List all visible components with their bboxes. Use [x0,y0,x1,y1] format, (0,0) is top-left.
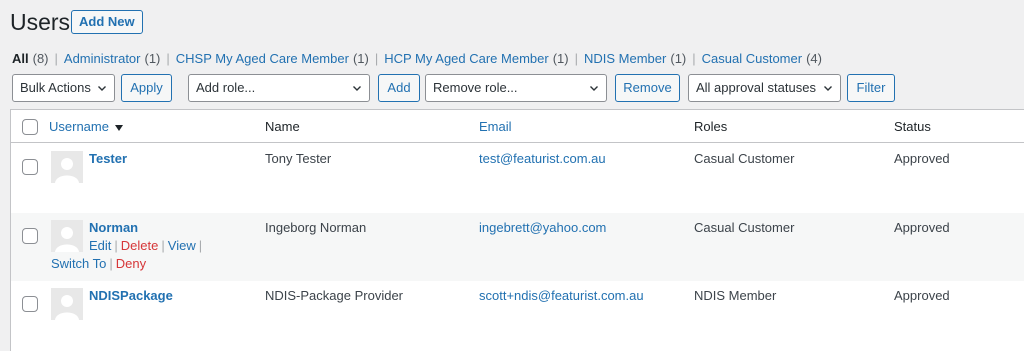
filter-count: (8) [32,51,49,66]
filter-all[interactable]: All (8) [12,51,49,67]
filter-count: (1) [552,51,569,66]
view-link[interactable]: View [168,238,196,253]
user-status: Approved [894,288,950,303]
user-roles: NDIS Member [694,288,777,303]
default-avatar-icon [55,295,79,320]
filter-count: (4) [806,51,822,66]
row-checkbox[interactable] [22,228,38,244]
column-roles: Roles [694,119,728,134]
user-full-name: Ingeborg Norman [265,220,367,235]
table-row: Tester Tony Tester test@featurist.com.au… [11,144,1024,213]
user-roles: Casual Customer [694,220,795,235]
filter-label: Administrator [63,51,141,66]
filter-casual-customer[interactable]: Casual Customer (4) [702,51,822,67]
row-checkbox[interactable] [22,296,38,312]
separator: | [54,51,58,66]
user-email-link[interactable]: ingebrett@yahoo.com [479,220,606,236]
filter-ndis-member[interactable]: NDIS Member (1) [584,51,686,67]
filter-label: Casual Customer [701,51,803,66]
filter-chsp[interactable]: CHSP My Aged Care Member (1) [176,51,369,67]
chevron-down-icon [590,86,598,91]
user-full-name: Tony Tester [265,151,332,166]
filter-label: NDIS Member [584,51,667,66]
separator: | [574,51,578,66]
username-link[interactable]: Tester [89,151,127,167]
deny-link[interactable]: Deny [116,256,146,271]
approval-status-select[interactable]: All approval statuses [688,74,841,102]
column-username-label: Username [49,119,109,134]
remove-role-button[interactable]: Remove [615,74,680,102]
column-email[interactable]: Email [479,119,512,135]
add-new-button[interactable]: Add New [71,10,143,34]
remove-role-value: Remove role... [433,80,518,95]
column-status: Status [894,119,931,134]
separator: | [166,51,170,66]
user-email-link[interactable]: test@featurist.com.au [479,151,606,167]
chevron-down-icon [824,86,832,91]
delete-link[interactable]: Delete [121,238,159,253]
filter-count: (1) [144,51,161,66]
filter-button[interactable]: Filter [847,74,895,102]
chevron-down-icon [353,86,361,91]
separator: | [198,238,203,253]
default-avatar-icon [55,158,79,183]
column-username[interactable]: Username [49,119,123,135]
remove-role-select[interactable]: Remove role... [425,74,607,102]
separator: | [109,256,113,271]
add-role-select[interactable]: Add role... [188,74,370,102]
filter-administrator[interactable]: Administrator (1) [64,51,160,67]
filter-label: All [12,51,29,66]
add-role-button[interactable]: Add [378,74,420,102]
row-checkbox[interactable] [22,159,38,175]
users-table: Username Name Email Roles Status Tester … [10,109,1024,351]
user-email-link[interactable]: scott+ndis@featurist.com.au [479,288,644,304]
filter-label: CHSP My Aged Care Member [175,51,349,66]
avatar [51,220,83,252]
filter-count: (1) [670,51,687,66]
separator: | [374,51,379,66]
table-header: Username Name Email Roles Status [11,110,1024,143]
table-controls: Bulk Actions Apply Add role... Add Remov… [0,74,1024,104]
bulk-actions-value: Bulk Actions [20,80,91,95]
separator: | [692,51,696,66]
user-full-name: NDIS-Package Provider [265,288,403,303]
table-row: NDISPackage NDIS-Package Provider scott+… [11,281,1024,351]
user-roles: Casual Customer [694,151,795,166]
chevron-down-icon [98,86,106,91]
user-status: Approved [894,151,950,166]
edit-link[interactable]: Edit [89,238,111,253]
separator: | [114,238,118,253]
filter-hcp[interactable]: HCP My Aged Care Member (1) [384,51,568,67]
default-avatar-icon [55,227,79,252]
switch-to-link[interactable]: Switch To [51,256,106,271]
approval-status-value: All approval statuses [696,80,816,95]
page-title: Users [10,9,71,35]
username-link[interactable]: Norman [89,220,138,236]
column-name: Name [265,119,300,134]
filter-count: (1) [352,51,369,66]
avatar [51,288,83,320]
select-all-checkbox[interactable] [22,119,38,135]
row-actions: Edit | Delete | View | [89,238,205,254]
table-row: Norman Edit | Delete | View | Switch To | Deny … [11,213,1024,281]
separator: | [161,238,165,253]
role-filter-links: All (8) | Administrator (1) | CHSP My Ag… [12,51,822,67]
sort-descending-icon [114,124,123,131]
avatar [51,151,83,183]
add-role-value: Add role... [196,80,256,95]
filter-label: HCP My Aged Care Member [384,51,549,66]
user-status: Approved [894,220,950,235]
row-actions-secondary: Switch To | Deny [51,256,146,272]
apply-button[interactable]: Apply [121,74,172,102]
username-link[interactable]: NDISPackage [89,288,173,304]
bulk-actions-select[interactable]: Bulk Actions [12,74,115,102]
